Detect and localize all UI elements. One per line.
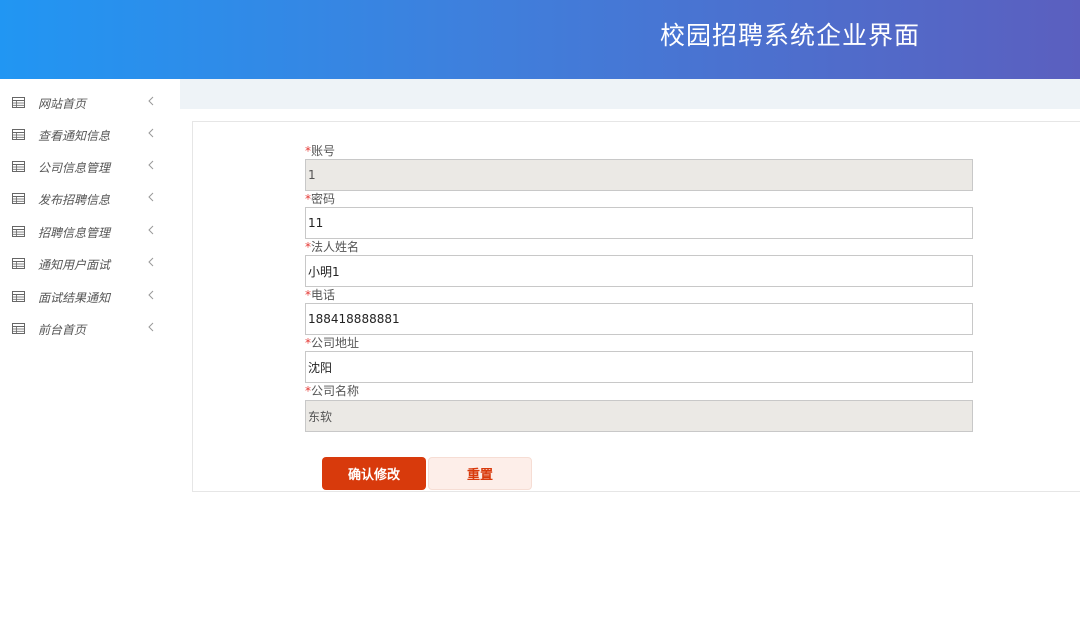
sidebar-item-label: 发布招聘信息 <box>38 193 111 207</box>
company-name-field[interactable] <box>305 400 973 432</box>
table-icon <box>12 323 25 334</box>
account-field[interactable] <box>305 159 973 191</box>
company-address-label: *公司地址 <box>305 336 360 350</box>
content-top-bar <box>180 79 1080 109</box>
sidebar-item-post-job[interactable]: 发布招聘信息 <box>0 184 180 216</box>
chevron-left-icon <box>148 192 154 202</box>
chevron-left-icon <box>148 96 154 106</box>
password-label: *密码 <box>305 192 336 206</box>
chevron-left-icon <box>148 225 154 235</box>
table-icon <box>12 161 25 172</box>
company-name-label: *公司名称 <box>305 384 360 398</box>
table-icon <box>12 97 25 108</box>
chevron-left-icon <box>148 128 154 138</box>
sidebar-item-site-home[interactable]: 网站首页 <box>0 88 180 120</box>
sidebar-item-label: 通知用户面试 <box>38 258 111 272</box>
sidebar-item-label: 面试结果通知 <box>38 291 111 305</box>
app-header: 校园招聘系统企业界面 <box>0 0 1080 79</box>
chevron-left-icon <box>148 322 154 332</box>
sidebar: 网站首页 查看通知信息 公司信息管理 发布招聘信息 招聘信息管理 通知用户面试 … <box>0 79 180 640</box>
sidebar-item-label: 网站首页 <box>38 97 87 111</box>
reset-button[interactable]: 重置 <box>428 457 532 490</box>
company-address-field[interactable] <box>305 351 973 383</box>
table-icon <box>12 193 25 204</box>
sidebar-item-label: 前台首页 <box>38 323 87 337</box>
phone-label: *电话 <box>305 288 336 302</box>
table-icon <box>12 258 25 269</box>
sidebar-item-view-notices[interactable]: 查看通知信息 <box>0 120 180 152</box>
phone-field[interactable] <box>305 303 973 335</box>
sidebar-item-job-management[interactable]: 招聘信息管理 <box>0 217 180 249</box>
legal-name-label: *法人姓名 <box>305 240 360 254</box>
sidebar-item-label: 公司信息管理 <box>38 161 111 175</box>
sidebar-item-interview-results[interactable]: 面试结果通知 <box>0 282 180 314</box>
account-label: *账号 <box>305 144 336 158</box>
confirm-edit-button[interactable]: 确认修改 <box>322 457 426 490</box>
sidebar-item-label: 招聘信息管理 <box>38 226 111 240</box>
app-title: 校园招聘系统企业界面 <box>660 21 921 50</box>
table-icon <box>12 226 25 237</box>
sidebar-item-label: 查看通知信息 <box>38 129 111 143</box>
table-icon <box>12 129 25 140</box>
password-field[interactable] <box>305 207 973 239</box>
sidebar-item-company-info[interactable]: 公司信息管理 <box>0 152 180 184</box>
sidebar-item-front-home[interactable]: 前台首页 <box>0 314 180 346</box>
chevron-left-icon <box>148 290 154 300</box>
table-icon <box>12 291 25 302</box>
chevron-left-icon <box>148 257 154 267</box>
legal-name-field[interactable] <box>305 255 973 287</box>
chevron-left-icon <box>148 160 154 170</box>
sidebar-item-notify-interview[interactable]: 通知用户面试 <box>0 249 180 281</box>
